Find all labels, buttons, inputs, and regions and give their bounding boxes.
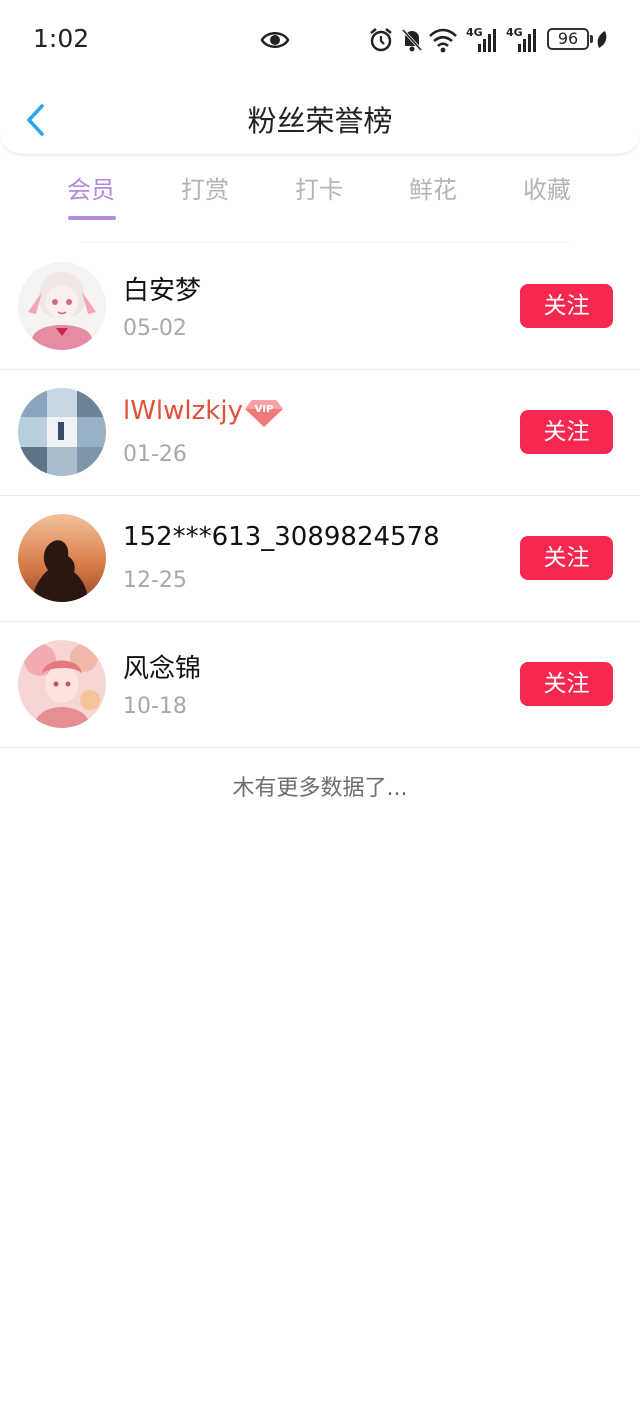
battery-indicator: 96 (547, 28, 593, 50)
eye-icon (260, 32, 290, 48)
fan-name: 白安梦 (123, 276, 202, 306)
fan-list: 白安梦 05-02 关注 lWlwlzkjy VIP 01-26 关注 152*… (0, 244, 640, 748)
page-title: 粉丝荣誉榜 (247, 104, 393, 138)
vip-badge: VIP (244, 396, 284, 428)
status-bar: 1:02 4G 4G 96 (0, 0, 640, 80)
vip-badge-label: VIP (254, 404, 274, 415)
follow-button[interactable]: 关注 (520, 410, 613, 454)
signal-4g-icon-2: 4G (506, 26, 538, 54)
fan-date: 01-26 (123, 442, 187, 467)
leaf-icon (597, 31, 607, 48)
list-item[interactable]: 152***613_3089824578 12-25 关注 (0, 496, 640, 622)
fan-name: 风念锦 (123, 654, 202, 684)
follow-button[interactable]: 关注 (520, 536, 613, 580)
list-item[interactable]: lWlwlzkjy VIP 01-26 关注 (0, 370, 640, 496)
list-item[interactable]: 风念锦 10-18 关注 (0, 622, 640, 748)
fan-date: 12-25 (123, 568, 187, 593)
fan-date: 05-02 (123, 316, 187, 341)
wifi-icon (429, 28, 457, 53)
mute-bell-icon (401, 28, 423, 52)
fan-name: lWlwlzkjy (123, 396, 243, 426)
top-bar: 1:02 4G 4G 96 粉丝荣誉榜 (0, 0, 640, 155)
tab-bar: 会员 打赏 打卡 鲜花 收藏 (34, 170, 606, 244)
fan-date: 10-18 (123, 694, 187, 719)
tab-reward[interactable]: 打赏 (148, 170, 262, 226)
fan-name: 152***613_3089824578 (123, 522, 440, 552)
tab-checkin[interactable]: 打卡 (262, 170, 376, 226)
tab-favorites[interactable]: 收藏 (490, 170, 604, 226)
follow-button[interactable]: 关注 (520, 662, 613, 706)
no-more-data-text: 木有更多数据了... (232, 776, 408, 801)
avatar (18, 514, 106, 602)
signal-4g-icon-1: 4G (466, 26, 498, 54)
status-time: 1:02 (33, 24, 90, 53)
active-tab-indicator (68, 216, 116, 220)
alarm-icon (370, 28, 392, 52)
avatar (18, 640, 106, 728)
follow-button[interactable]: 关注 (520, 284, 613, 328)
avatar (18, 388, 106, 476)
avatar (18, 262, 106, 350)
tab-flowers[interactable]: 鲜花 (376, 170, 490, 226)
list-item[interactable]: 白安梦 05-02 关注 (0, 244, 640, 370)
divider (80, 242, 570, 243)
